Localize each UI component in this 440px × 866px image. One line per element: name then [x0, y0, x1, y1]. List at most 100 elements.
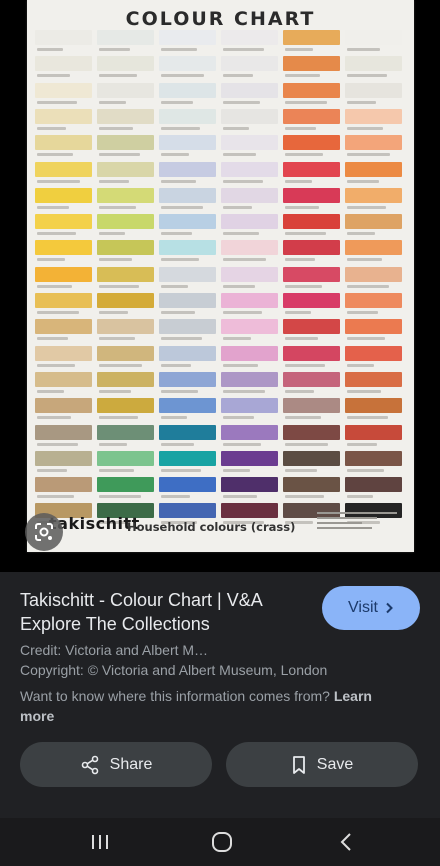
copyright-text: Copyright: © Victoria and Albert Museum,… [20, 662, 328, 678]
swatch-label [285, 100, 327, 104]
swatch-label [99, 442, 127, 446]
colour-swatch [283, 450, 340, 466]
colour-swatch [283, 30, 340, 45]
swatch-label [223, 100, 260, 104]
colour-swatch [159, 319, 216, 335]
poster-title: COLOUR CHART [125, 8, 316, 30]
colour-swatch [221, 56, 278, 72]
swatch-label [285, 337, 318, 341]
colour-swatch [221, 371, 278, 387]
recent-apps-button[interactable] [80, 828, 120, 856]
colour-swatch [159, 56, 216, 72]
colour-swatch [345, 345, 402, 361]
colour-swatch [221, 319, 278, 335]
swatch-label [99, 74, 137, 78]
colour-swatch [283, 371, 340, 387]
colour-swatch [221, 187, 278, 203]
swatch-label [99, 48, 130, 51]
swatch-label [37, 126, 66, 130]
swatch-label [161, 363, 191, 367]
colour-swatch [35, 319, 92, 335]
colour-swatch [221, 345, 278, 361]
colour-swatch [283, 424, 340, 440]
colour-swatch [345, 240, 402, 256]
colour-swatch [159, 371, 216, 387]
swatch-label [99, 100, 126, 104]
result-info-panel: Takischitt - Colour Chart | V&A Explore … [0, 572, 440, 818]
recent-apps-icon [92, 835, 108, 849]
colour-swatch [97, 371, 154, 387]
swatch-label [347, 337, 385, 341]
colour-swatch [159, 424, 216, 440]
colour-swatch [35, 477, 92, 493]
colour-swatch [345, 82, 402, 98]
colour-swatch [345, 135, 402, 151]
swatch-label [37, 179, 80, 183]
colour-swatch [97, 135, 154, 151]
swatch-label [223, 495, 257, 499]
swatch-label [161, 179, 196, 183]
colour-swatch [221, 266, 278, 282]
colour-swatch [35, 266, 92, 282]
source-info-text: Want to know where this information come… [20, 688, 330, 704]
colour-swatch [159, 398, 216, 414]
swatch-label [223, 363, 258, 367]
colour-swatch [35, 424, 92, 440]
colour-swatch [345, 266, 402, 282]
swatch-label [285, 126, 316, 130]
share-button[interactable]: Share [20, 742, 212, 787]
colour-swatch [283, 214, 340, 230]
visit-button[interactable]: Visit [322, 586, 420, 630]
swatch-label [161, 468, 201, 472]
swatch-label [285, 363, 325, 367]
colour-swatch [159, 477, 216, 493]
result-title[interactable]: Takischitt - Colour Chart | V&A Explore … [20, 588, 310, 636]
colour-swatch [345, 450, 402, 466]
colour-swatch [159, 108, 216, 124]
colour-swatch [345, 108, 402, 124]
colour-swatch [159, 240, 216, 256]
swatch-label [161, 126, 200, 130]
swatch-label [161, 442, 194, 446]
lens-search-icon [35, 523, 53, 541]
swatch-label [37, 363, 75, 367]
swatch-label [285, 153, 323, 157]
colour-swatch [221, 477, 278, 493]
lens-search-button[interactable] [25, 513, 63, 551]
swatch-label [37, 337, 68, 341]
chevron-right-icon [386, 602, 393, 614]
swatch-label [37, 416, 71, 420]
visit-label: Visit [348, 599, 378, 616]
colour-swatch [345, 56, 402, 72]
swatch-label [37, 311, 79, 314]
colour-swatch [159, 214, 216, 230]
swatch-label [347, 311, 378, 314]
colour-swatch [159, 161, 216, 177]
colour-swatch [97, 30, 154, 45]
colour-swatch [35, 108, 92, 124]
colour-swatch [35, 161, 92, 177]
save-button[interactable]: Save [226, 742, 418, 787]
colour-swatch [97, 161, 154, 177]
swatch-label [161, 495, 190, 499]
swatch-label [347, 495, 373, 499]
swatch-label [99, 495, 141, 499]
back-button[interactable] [326, 828, 366, 856]
swatch-label [99, 337, 135, 341]
colour-swatch [221, 398, 278, 414]
colour-swatch [35, 82, 92, 98]
image-viewer[interactable]: COLOUR CHART takischitt Household colour… [0, 0, 440, 572]
colour-swatch [159, 503, 216, 519]
colour-swatch [35, 214, 92, 230]
swatch-label [223, 232, 259, 236]
home-button[interactable] [202, 828, 242, 856]
swatch-label [223, 311, 262, 314]
swatch-label [223, 442, 261, 446]
swatch-label [223, 179, 263, 183]
swatch-label [223, 74, 253, 78]
swatch-label [37, 205, 69, 209]
colour-swatch [35, 345, 92, 361]
colour-swatch [221, 214, 278, 230]
swatch-label [285, 442, 328, 446]
swatch-label [223, 389, 265, 393]
